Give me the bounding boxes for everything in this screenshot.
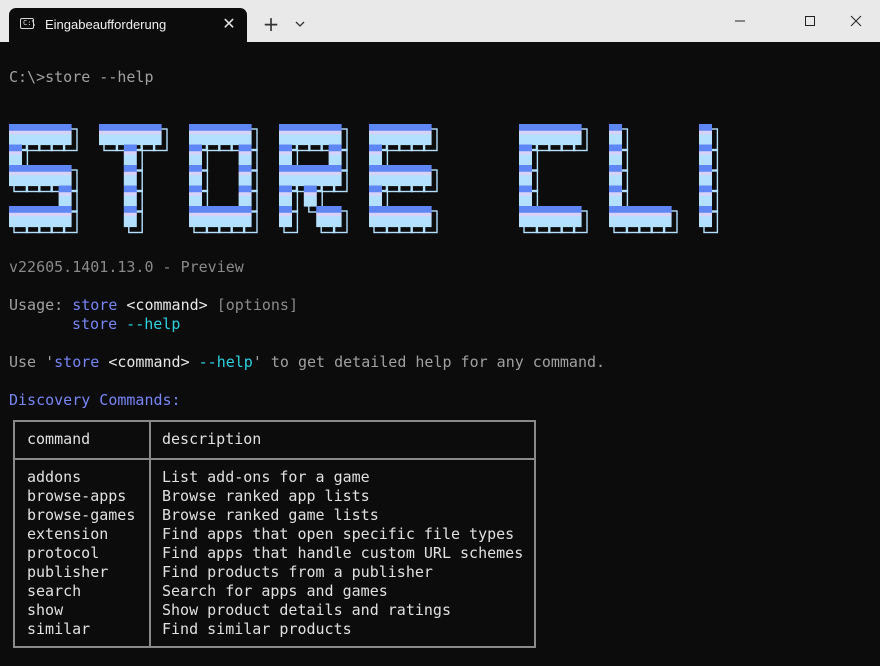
terminal-icon: C:\ — [20, 18, 36, 29]
table-row-description: Find apps that handle custom URL schemes — [162, 544, 524, 562]
table-row-command: search — [27, 582, 82, 600]
banner-letter — [699, 124, 719, 234]
version-text: v22605.1401.13.0 - Preview — [9, 258, 244, 276]
usage-store: store — [72, 296, 118, 314]
table-row-command: publisher — [27, 563, 109, 581]
banner-letter — [9, 124, 78, 234]
usage-label: Usage: — [9, 296, 73, 314]
table-row-command: similar — [27, 620, 91, 638]
tab-command-prompt[interactable]: C:\ Eingabeaufforderung ✕ — [9, 8, 247, 42]
table-column-divider — [149, 422, 151, 646]
table-row-description: Find products from a publisher — [162, 563, 433, 581]
maximize-button[interactable] — [787, 6, 833, 36]
use-help: --help — [189, 353, 253, 371]
tab-title: Eingabeaufforderung — [45, 17, 167, 32]
prompt-line: C:\>store --help — [9, 68, 154, 86]
banner-letter — [369, 124, 438, 234]
chevron-down-icon[interactable] — [291, 14, 309, 34]
usage-store-2: store — [72, 315, 118, 333]
title-bar: C:\ Eingabeaufforderung ✕ + — [0, 0, 880, 42]
table-row-description: Find apps that open specific file types — [162, 525, 515, 543]
terminal-window: C:\ Eingabeaufforderung ✕ + C:\>store --… — [0, 0, 880, 666]
table-row-command: browse-apps — [27, 487, 127, 505]
banner-letter — [99, 124, 168, 234]
table-row-description: Find similar products — [162, 620, 352, 638]
banner-letter — [609, 124, 678, 234]
use-command: <command> — [99, 353, 190, 371]
table-row-description: Browse ranked game lists — [162, 506, 379, 524]
use-help-line: Use 'store <command> --help' to get deta… — [9, 353, 605, 372]
table-row-description: Browse ranked app lists — [162, 487, 370, 505]
terminal-output[interactable]: C:\>store --help v22605.1401.13.0 - Prev… — [9, 42, 880, 666]
store-cli-banner — [9, 122, 749, 241]
table-row-description: List add-ons for a game — [162, 468, 370, 486]
commands-table: command description addons List add-ons f… — [13, 420, 536, 648]
table-header-divider — [15, 458, 534, 460]
table-row-command: browse-games — [27, 506, 136, 524]
usage-options: [options] — [207, 296, 298, 314]
usage-help: --help — [117, 315, 181, 333]
close-window-button[interactable] — [833, 6, 879, 36]
table-row-command: addons — [27, 468, 82, 486]
header-description: description — [162, 430, 262, 448]
table-row-description: Show product details and ratings — [162, 601, 451, 619]
banner-letter — [279, 124, 348, 234]
usage-help-line: store --help — [72, 315, 180, 334]
banner-letter — [519, 124, 588, 234]
section-title: Discovery Commands: — [9, 391, 181, 409]
minimize-button[interactable] — [717, 6, 763, 36]
table-row-command: show — [27, 601, 64, 619]
usage-line: Usage: store <command> [options] — [9, 296, 298, 315]
new-tab-button[interactable]: + — [260, 13, 282, 35]
table-row-description: Search for apps and games — [162, 582, 388, 600]
use-suffix: ' to get detailed help for any command. — [252, 353, 606, 371]
header-command: command — [27, 430, 91, 448]
close-tab-icon[interactable]: ✕ — [219, 14, 239, 34]
banner-letter — [189, 124, 258, 234]
use-prefix: Use ' — [9, 353, 55, 371]
use-store: store — [54, 353, 100, 371]
table-row-command: extension — [27, 525, 109, 543]
usage-command: <command> — [117, 296, 208, 314]
table-row-command: protocol — [27, 544, 100, 562]
